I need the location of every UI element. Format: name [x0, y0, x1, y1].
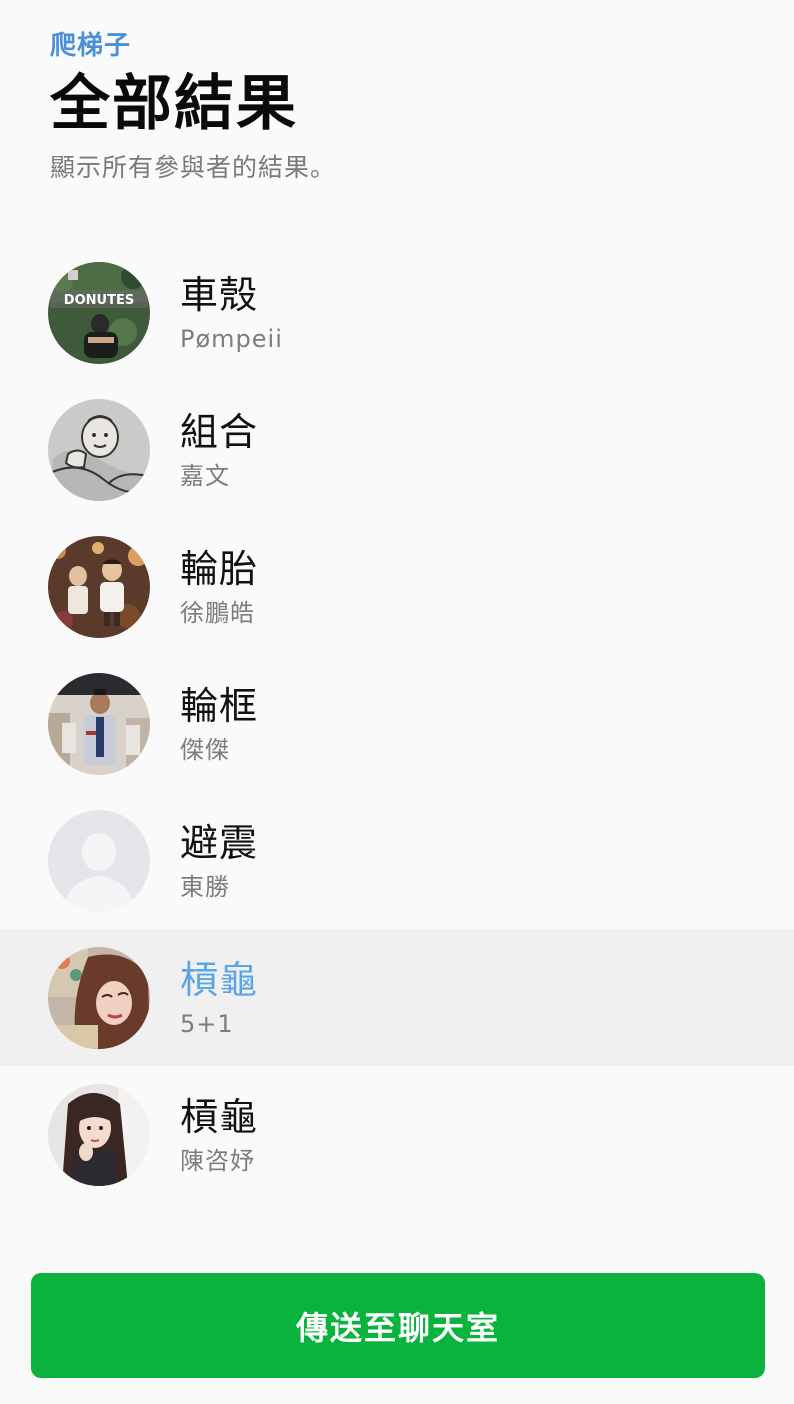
- result-item-highlighted[interactable]: 槓龜 5+1: [0, 929, 794, 1066]
- result-item[interactable]: 避震 東勝: [0, 792, 794, 929]
- item-text: 車殼 Pømpeii: [180, 271, 283, 355]
- result-item[interactable]: 組合 嘉文: [0, 381, 794, 518]
- item-text: 避震 東勝: [180, 819, 258, 903]
- avatar: [48, 1083, 150, 1186]
- participant-name: 傑傑: [180, 735, 230, 764]
- participant-name: 東勝: [180, 872, 230, 901]
- result-label: 輪胎: [180, 546, 259, 591]
- avatar: [48, 809, 150, 912]
- result-item[interactable]: DONUTES 車殼 Pømpeii: [0, 244, 794, 381]
- header: 爬梯子 全部結果 顯示所有參與者的結果。: [50, 28, 744, 186]
- participant-name: 陳咨妤: [180, 1146, 255, 1175]
- send-to-chat-button[interactable]: 傳送至聊天室: [31, 1273, 765, 1378]
- selfie-photo-icon: [48, 946, 150, 1049]
- result-label: 車殼: [180, 272, 259, 317]
- participant-name: 嘉文: [180, 461, 230, 490]
- item-text: 槓龜 5+1: [180, 956, 258, 1040]
- result-item[interactable]: 槓龜 陳咨妤: [0, 1066, 794, 1203]
- long-hair-photo-icon: [48, 1083, 150, 1186]
- item-text: 組合 嘉文: [180, 408, 258, 492]
- donutes-photo-icon: DONUTES: [48, 261, 150, 364]
- page: 爬梯子 全部結果 顯示所有參與者的結果。 DONUTES 車殼 Pømpeii …: [0, 0, 794, 1404]
- item-text: 槓龜 陳咨妤: [180, 1093, 258, 1177]
- default-avatar-icon: [48, 809, 150, 912]
- result-item[interactable]: 輪胎 徐鵬皓: [0, 518, 794, 655]
- page-title: 全部結果: [50, 69, 298, 139]
- result-label: 槓龜: [180, 957, 259, 1002]
- result-list: DONUTES 車殼 Pømpeii 組合 嘉文 輪胎 徐鵬皓 輪框 傑傑 避震…: [0, 244, 794, 1203]
- svg-text:DONUTES: DONUTES: [64, 293, 134, 308]
- uniform-photo-icon: [48, 672, 150, 775]
- avatar: [48, 398, 150, 501]
- result-label: 槓龜: [180, 1094, 259, 1139]
- app-label: 爬梯子: [50, 31, 132, 61]
- item-text: 輪框 傑傑: [180, 682, 258, 766]
- avatar: [48, 946, 150, 1049]
- result-label: 組合: [180, 409, 259, 454]
- avatar: [48, 672, 150, 775]
- participant-name: 徐鵬皓: [180, 598, 255, 627]
- children-photo-icon: [48, 535, 150, 638]
- result-item[interactable]: 輪框 傑傑: [0, 655, 794, 792]
- cartoon-sketch-icon: [48, 398, 150, 501]
- avatar: DONUTES: [48, 261, 150, 364]
- item-text: 輪胎 徐鵬皓: [180, 545, 258, 629]
- participant-name: Pømpeii: [180, 324, 283, 353]
- participant-name: 5+1: [180, 1009, 234, 1038]
- page-subtitle: 顯示所有參與者的結果。: [50, 153, 337, 182]
- avatar: [48, 535, 150, 638]
- result-label: 避震: [180, 820, 259, 865]
- result-label: 輪框: [180, 683, 259, 728]
